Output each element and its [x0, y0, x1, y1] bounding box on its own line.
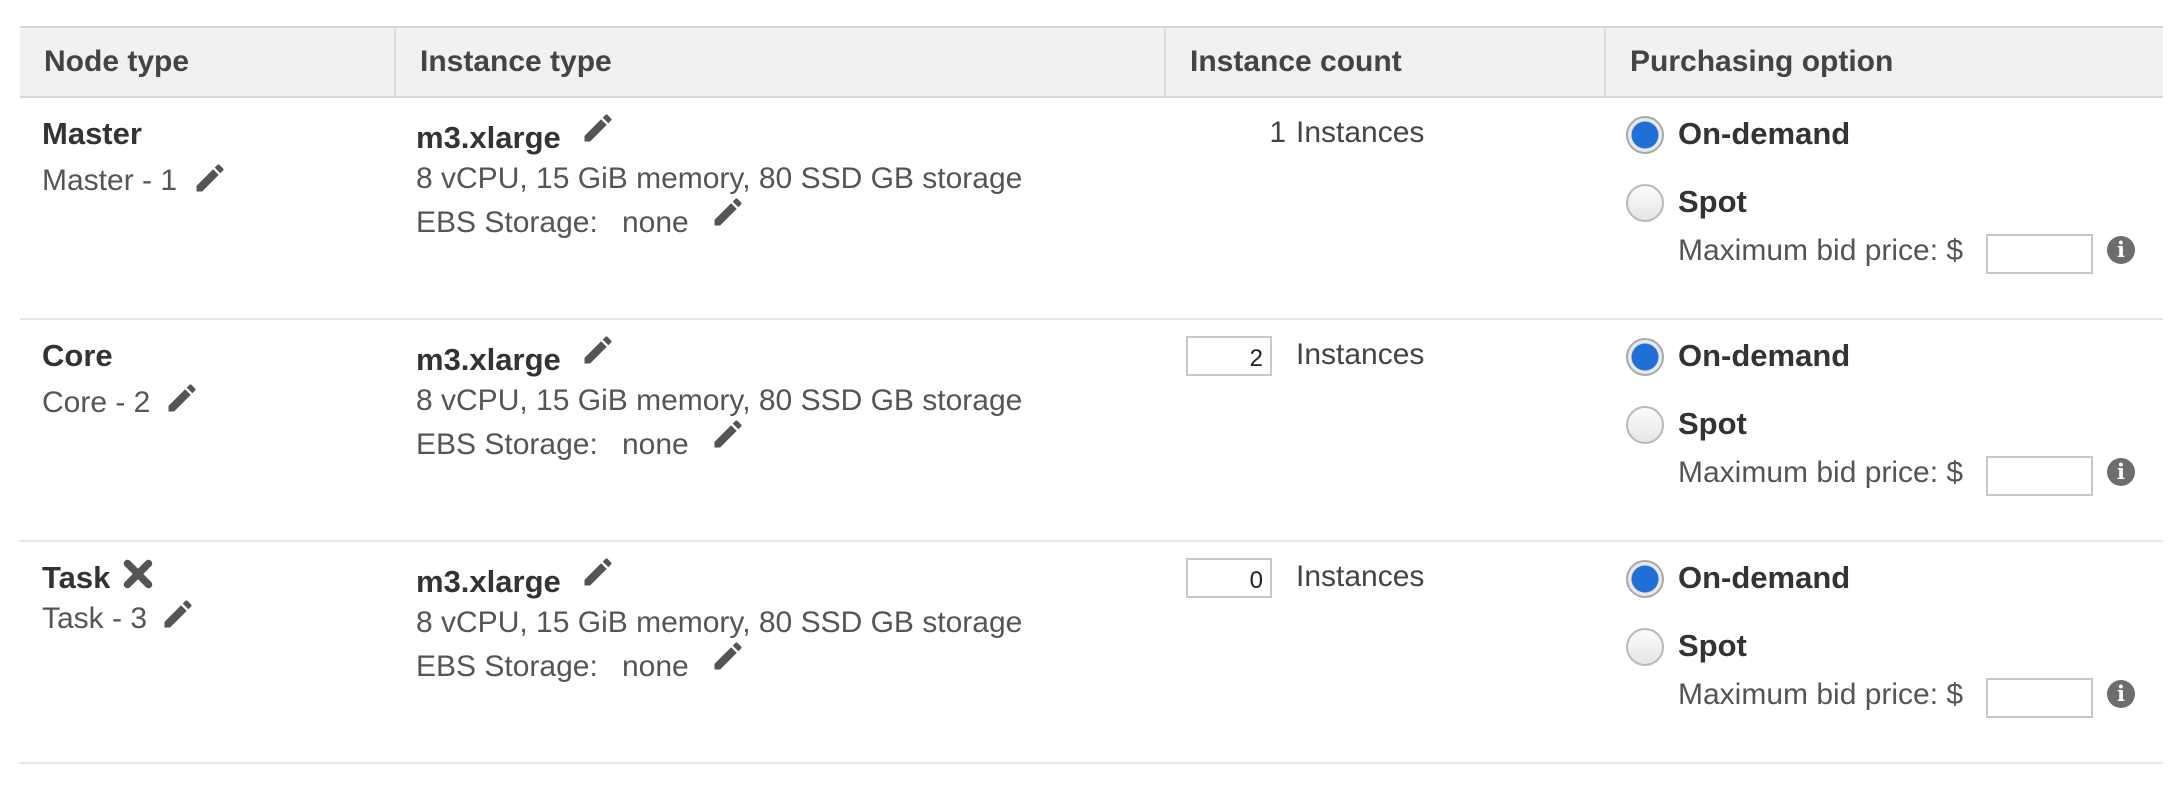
ebs-storage-label: EBS Storage: — [416, 650, 598, 683]
on-demand-label: On-demand — [1678, 338, 1851, 373]
header-purchasing-option: Purchasing option — [1604, 28, 2163, 96]
node-name: Core - 2 — [42, 386, 151, 419]
max-bid-label: Maximum bid price: $ — [1678, 234, 1964, 267]
header-node-type: Node type — [44, 45, 190, 78]
instance-type-value: m3.xlarge — [416, 342, 561, 377]
spot-label: Spot — [1678, 628, 1747, 663]
edit-instance-type-pencil-icon[interactable] — [580, 332, 616, 368]
instance-specs: 8 vCPU, 15 GiB memory, 80 SSD GB storage — [416, 384, 1023, 417]
edit-ebs-storage-pencil-icon[interactable] — [710, 194, 746, 230]
info-icon[interactable]: i — [2107, 236, 2135, 264]
spot-label: Spot — [1678, 406, 1747, 441]
node-name: Master - 1 — [42, 164, 178, 197]
on-demand-label: On-demand — [1678, 116, 1851, 151]
remove-task-close-icon[interactable] — [120, 556, 156, 592]
header-instance-type: Instance type — [394, 28, 1164, 96]
info-icon[interactable]: i — [2107, 680, 2135, 708]
instance-count-unit: Instances — [1296, 338, 1425, 371]
edit-node-name-pencil-icon[interactable] — [160, 596, 196, 632]
ebs-storage-label: EBS Storage: — [416, 428, 598, 461]
on-demand-radio[interactable] — [1626, 560, 1664, 598]
instance-specs: 8 vCPU, 15 GiB memory, 80 SSD GB storage — [416, 162, 1023, 195]
edit-ebs-storage-pencil-icon[interactable] — [710, 416, 746, 452]
instance-count-unit: Instances — [1296, 560, 1425, 593]
node-type-label: Core — [42, 338, 113, 373]
instance-count-value: 1 — [1269, 116, 1286, 149]
on-demand-label: On-demand — [1678, 560, 1851, 595]
edit-instance-type-pencil-icon[interactable] — [580, 110, 616, 146]
instance-specs: 8 vCPU, 15 GiB memory, 80 SSD GB storage — [416, 606, 1023, 639]
table-header: Node type Instance type Instance count P… — [20, 26, 2163, 98]
on-demand-radio[interactable] — [1626, 116, 1664, 154]
edit-instance-type-pencil-icon[interactable] — [580, 554, 616, 590]
max-bid-input[interactable] — [1986, 678, 2093, 718]
node-type-label: Master — [42, 116, 142, 151]
ebs-storage-value: none — [622, 650, 689, 683]
max-bid-label: Maximum bid price: $ — [1678, 456, 1964, 489]
ebs-storage-value: none — [622, 428, 689, 461]
spot-label: Spot — [1678, 184, 1747, 219]
max-bid-input[interactable] — [1986, 456, 2093, 496]
spot-radio[interactable] — [1626, 184, 1664, 222]
max-bid-label: Maximum bid price: $ — [1678, 678, 1964, 711]
on-demand-radio[interactable] — [1626, 338, 1664, 376]
edit-node-name-pencil-icon[interactable] — [192, 160, 228, 196]
table-row: Master Master - 1 m3.xlarge 8 vCPU, 15 G… — [20, 96, 2163, 320]
node-name: Task - 3 — [42, 602, 148, 635]
instance-count-input[interactable] — [1186, 336, 1272, 376]
table-row: Task Task - 3 m3.xlarge 8 vCPU, 15 GiB m… — [20, 540, 2163, 764]
instance-count-input[interactable] — [1186, 558, 1272, 598]
spot-radio[interactable] — [1626, 406, 1664, 444]
edit-ebs-storage-pencil-icon[interactable] — [710, 638, 746, 674]
node-type-label: Task — [42, 560, 111, 595]
instance-type-value: m3.xlarge — [416, 564, 561, 599]
instance-type-value: m3.xlarge — [416, 120, 561, 155]
table-row: Core Core - 2 m3.xlarge 8 vCPU, 15 GiB m… — [20, 318, 2163, 542]
instance-count-unit: Instances — [1296, 116, 1425, 149]
max-bid-input[interactable] — [1986, 234, 2093, 274]
ebs-storage-value: none — [622, 206, 689, 239]
header-instance-count: Instance count — [1164, 28, 1604, 96]
edit-node-name-pencil-icon[interactable] — [164, 380, 200, 416]
ebs-storage-label: EBS Storage: — [416, 206, 598, 239]
info-icon[interactable]: i — [2107, 458, 2135, 486]
spot-radio[interactable] — [1626, 628, 1664, 666]
